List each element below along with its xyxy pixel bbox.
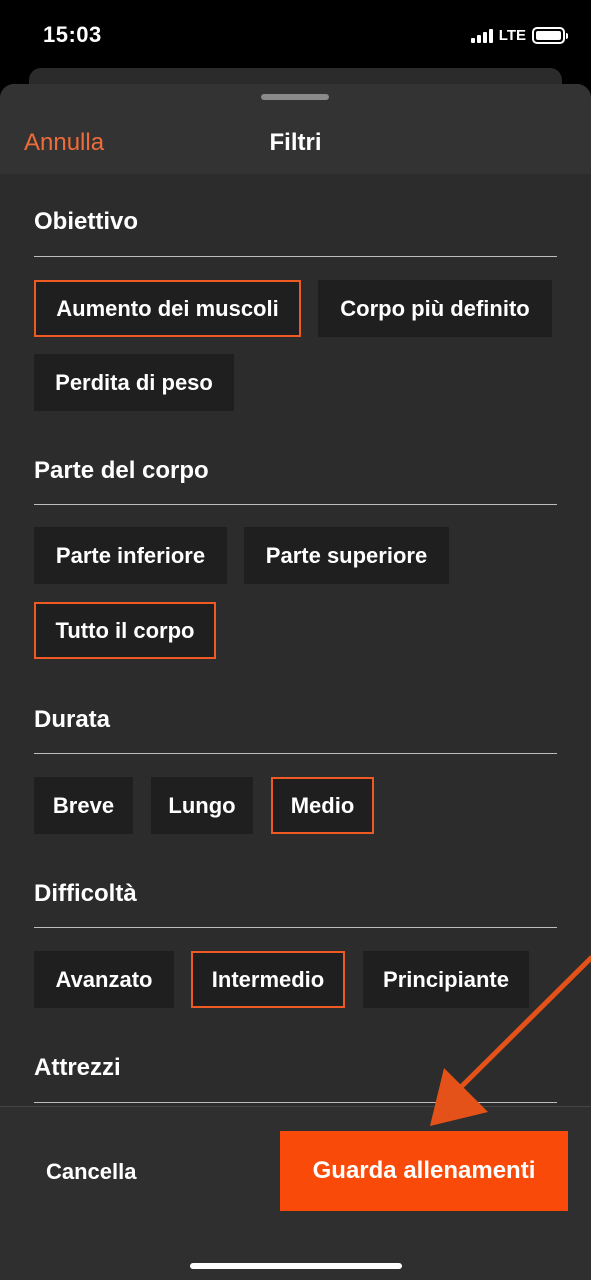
clear-filters-button[interactable]: Cancella xyxy=(46,1159,137,1185)
divider xyxy=(34,1102,557,1103)
filter-sheet: Filtri Annulla Obiettivo Aumento dei mus… xyxy=(0,84,591,1280)
section-goal: Obiettivo Aumento dei muscoli Corpo più … xyxy=(34,208,557,448)
chip-medio[interactable]: Medio xyxy=(271,777,374,834)
chip-lungo[interactable]: Lungo xyxy=(151,777,253,834)
divider xyxy=(34,256,557,257)
chip-aumento-dei-muscoli[interactable]: Aumento dei muscoli xyxy=(34,280,301,337)
section-body-part: Parte del corpo Parte inferiore Parte su… xyxy=(34,457,557,697)
filter-list[interactable]: Obiettivo Aumento dei muscoli Corpo più … xyxy=(0,174,591,1106)
divider xyxy=(34,504,557,505)
status-time: 15:03 xyxy=(43,22,102,47)
view-workouts-button[interactable]: Guarda allenamenti xyxy=(280,1131,568,1211)
chip-perdita-di-peso[interactable]: Perdita di peso xyxy=(34,354,234,411)
battery-icon xyxy=(532,26,568,44)
section-duration: Durata Breve Lungo Medio xyxy=(34,706,557,866)
sheet-header: Filtri Annulla xyxy=(0,84,591,174)
divider xyxy=(34,927,557,928)
drag-handle[interactable] xyxy=(261,94,329,100)
signal-icon xyxy=(470,28,493,43)
status-bar: 15:03 LTE xyxy=(0,0,591,70)
cancel-button[interactable]: Annulla xyxy=(24,129,104,157)
network-label: LTE xyxy=(498,26,526,44)
section-title: Attrezzi xyxy=(34,1054,121,1081)
section-equipment: Attrezzi xyxy=(34,1054,557,1106)
chip-tutto-il-corpo[interactable]: Tutto il corpo xyxy=(34,602,216,659)
section-title: Difficoltà xyxy=(34,880,137,907)
home-indicator xyxy=(190,1263,402,1269)
bottom-action-bar: Cancella Guarda allenamenti xyxy=(0,1106,591,1280)
chip-intermedio[interactable]: Intermedio xyxy=(191,951,345,1008)
chip-parte-superiore[interactable]: Parte superiore xyxy=(244,527,449,584)
section-title: Parte del corpo xyxy=(34,457,209,484)
chip-principiante[interactable]: Principiante xyxy=(363,951,529,1008)
chip-parte-inferiore[interactable]: Parte inferiore xyxy=(34,527,227,584)
chip-corpo-piu-definito[interactable]: Corpo più definito xyxy=(318,280,552,337)
chip-avanzato[interactable]: Avanzato xyxy=(34,951,174,1008)
chip-breve[interactable]: Breve xyxy=(34,777,133,834)
divider xyxy=(34,753,557,754)
section-difficulty: Difficoltà Avanzato Intermedio Principia… xyxy=(34,880,557,1040)
section-title: Obiettivo xyxy=(34,208,139,235)
status-indicators: LTE xyxy=(470,26,568,44)
section-title: Durata xyxy=(34,706,111,733)
